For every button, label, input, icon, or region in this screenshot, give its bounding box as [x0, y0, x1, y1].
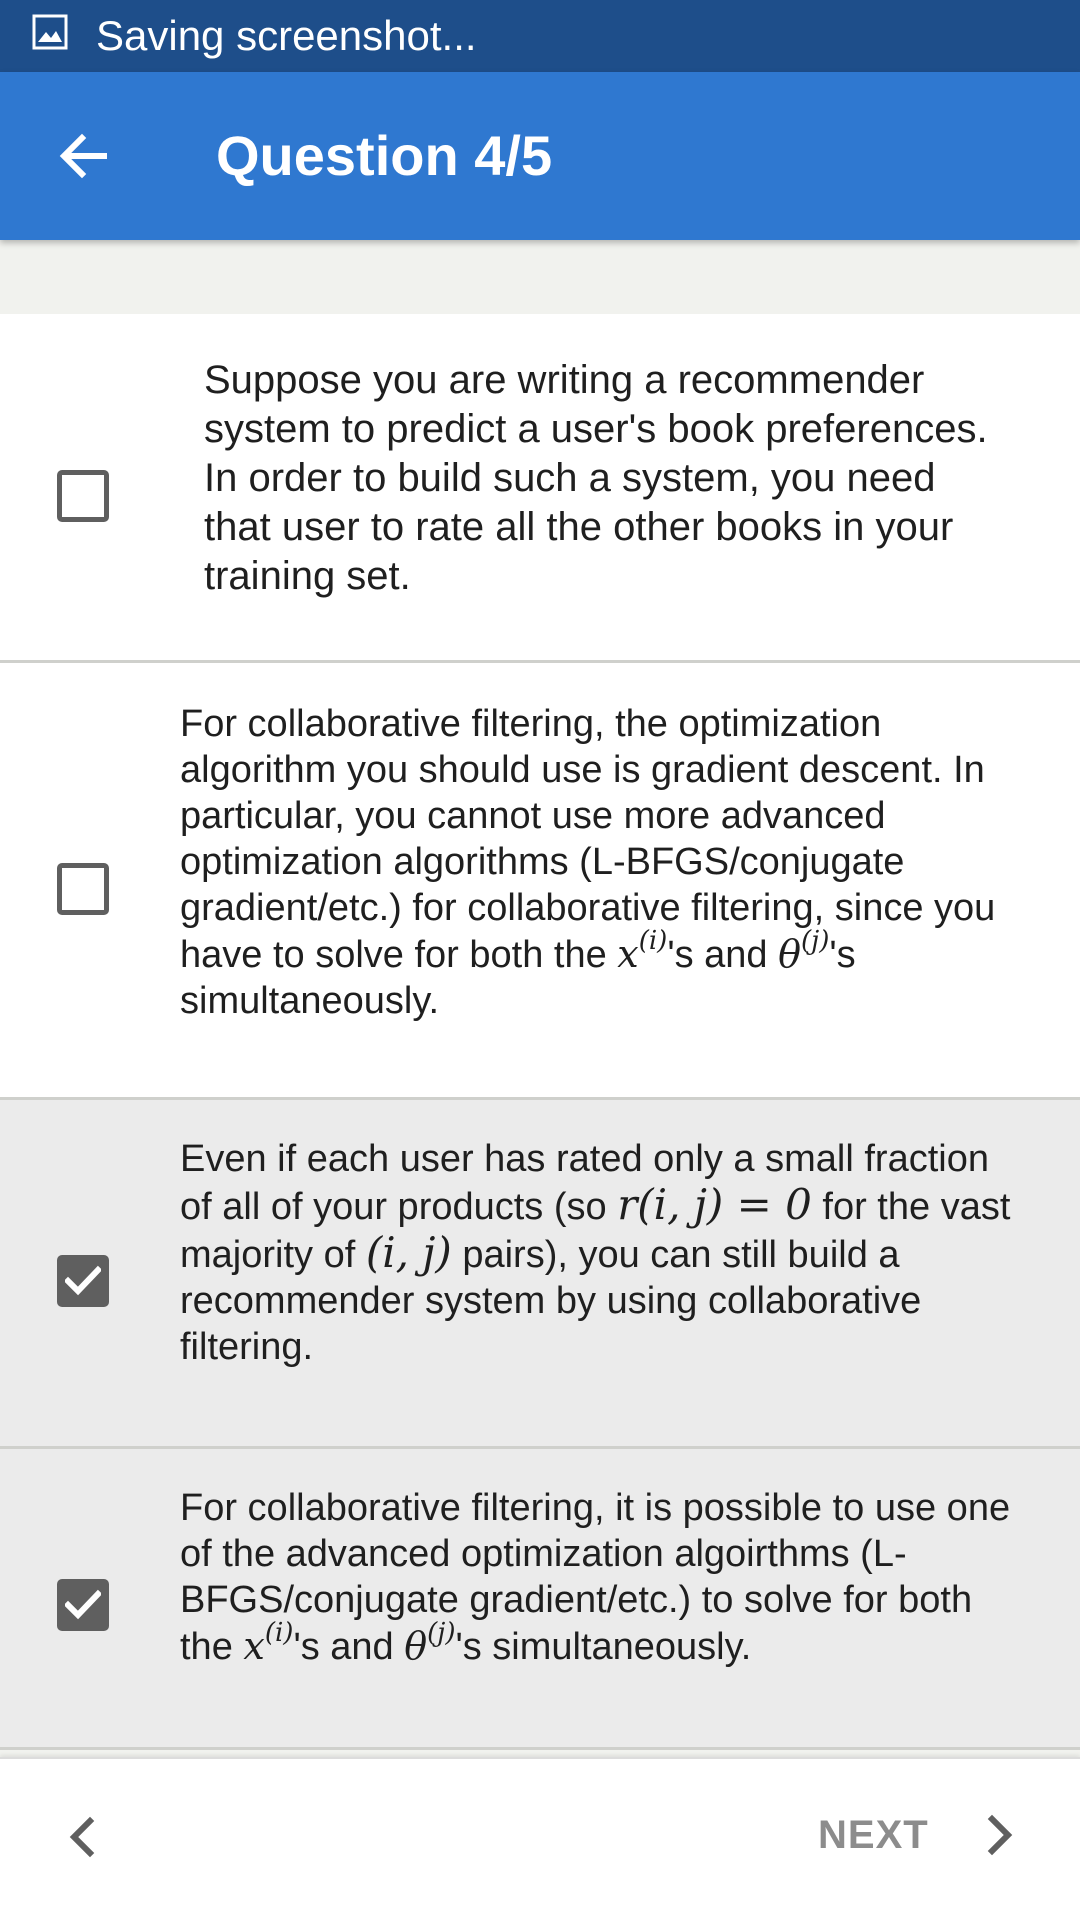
superscript-j: (j) [427, 1618, 456, 1648]
bottom-navigation: NEXT [0, 1757, 1080, 1922]
math-theta: θ [404, 1624, 428, 1668]
checkbox-checked[interactable] [57, 1255, 109, 1307]
answer-option-4[interactable]: For collaborative filtering, it is possi… [0, 1449, 1080, 1750]
status-text: Saving screenshot... [96, 12, 477, 59]
image-icon [32, 14, 68, 50]
math-x: x [617, 932, 639, 976]
option-text: For collaborative filtering, it is possi… [180, 1485, 1020, 1670]
checkmark-icon [65, 1265, 101, 1296]
math-ij: (i, j) [365, 1228, 452, 1277]
chevron-right-icon [987, 1814, 1013, 1856]
checkbox-unchecked[interactable] [57, 863, 109, 915]
math-x: x [243, 1624, 265, 1668]
superscript-i: (i) [638, 926, 668, 956]
option-text: For collaborative filtering, the optimiz… [180, 701, 1020, 1024]
answer-options: Suppose you are writing a recommender sy… [0, 314, 1080, 1750]
option-text-part: 's and [293, 1626, 405, 1668]
next-label: NEXT [818, 1813, 929, 1857]
checkbox-unchecked[interactable] [57, 470, 109, 522]
answer-option-1[interactable]: Suppose you are writing a recommender sy… [0, 314, 1080, 663]
answer-option-3[interactable]: Even if each user has rated only a small… [0, 1100, 1080, 1449]
math-theta: θ [778, 932, 801, 976]
checkmark-icon [65, 1589, 101, 1620]
chevron-left-icon[interactable] [52, 1805, 116, 1869]
status-bar: Saving screenshot... [0, 0, 1080, 72]
superscript-j: (j) [801, 926, 830, 956]
option-text: Suppose you are writing a recommender sy… [204, 358, 988, 598]
option-text-part: 's simultaneously. [455, 1626, 752, 1668]
option-text-part: 's and [667, 934, 779, 976]
math-r-ij: r(i, j) = 0 [617, 1180, 812, 1229]
app-bar: Question 4/5 [0, 72, 1080, 240]
next-button[interactable]: NEXT [800, 1795, 1030, 1875]
option-text-part: For collaborative filtering, the optimiz… [180, 703, 996, 976]
answer-option-2[interactable]: For collaborative filtering, the optimiz… [0, 663, 1080, 1100]
superscript-i: (i) [264, 1618, 294, 1648]
page-title: Question 4/5 [216, 124, 553, 187]
arrow-left-icon[interactable] [54, 126, 114, 186]
option-text: Even if each user has rated only a small… [180, 1136, 1020, 1370]
checkbox-checked[interactable] [57, 1579, 109, 1631]
